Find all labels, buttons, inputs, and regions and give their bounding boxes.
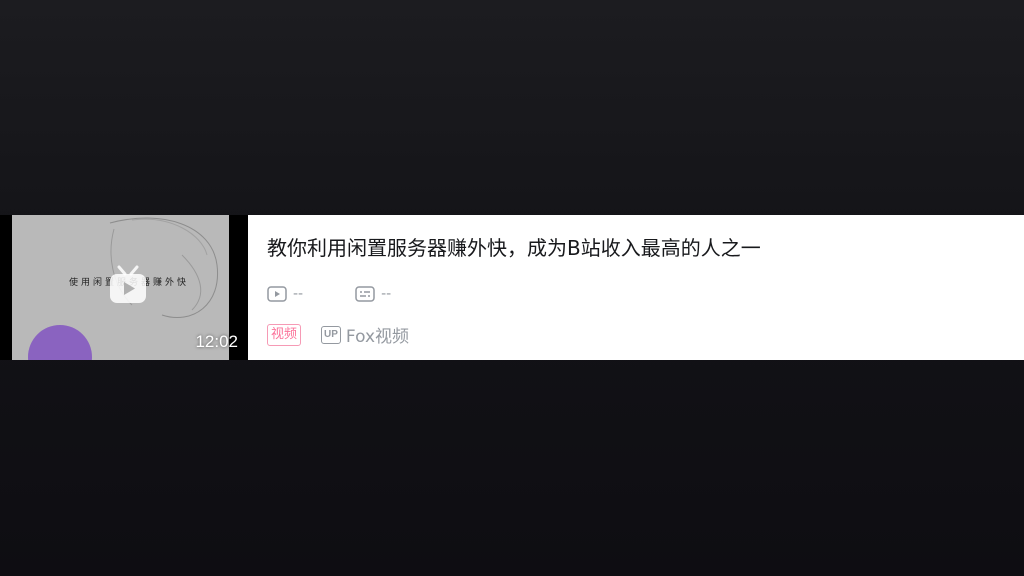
author-name[interactable]: Fox视频: [346, 322, 409, 347]
up-badge-icon: UP: [321, 325, 341, 344]
video-stats: -- --: [267, 286, 443, 302]
play-count-value: --: [293, 286, 304, 302]
video-type-badge: 视频: [267, 323, 302, 346]
play-count-icon: [267, 286, 287, 302]
background: 使用闲置服务器赚外快 12:02 教你利用闲置服务器赚外快，成为B站收入最高的人…: [0, 0, 1024, 576]
bilibili-tv-play-icon[interactable]: [108, 265, 148, 307]
video-title[interactable]: 教你利用闲置服务器赚外快，成为B站收入最高的人之一: [267, 232, 761, 261]
danmaku-count: --: [355, 286, 391, 302]
play-count: --: [267, 286, 303, 302]
video-duration: 12:02: [195, 332, 238, 351]
video-info: 教你利用闲置服务器赚外快，成为B站收入最高的人之一 -- -- 视频 UP Fo…: [248, 215, 1024, 360]
danmaku-count-value: --: [381, 286, 392, 302]
danmaku-icon: [355, 286, 375, 302]
video-meta: 视频 UP Fox视频: [267, 322, 409, 347]
video-card[interactable]: 使用闲置服务器赚外快 12:02 教你利用闲置服务器赚外快，成为B站收入最高的人…: [0, 215, 1024, 360]
video-thumbnail[interactable]: 使用闲置服务器赚外快 12:02: [0, 215, 248, 360]
